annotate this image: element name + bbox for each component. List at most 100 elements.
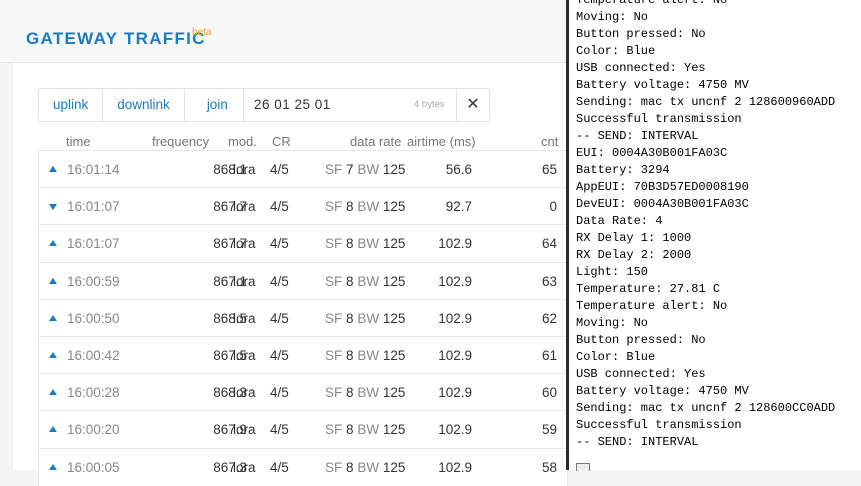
- row-airtime: 102.9: [438, 273, 472, 289]
- row-time: 16:01:07: [67, 236, 120, 252]
- bw-value: 125: [382, 348, 406, 363]
- serial-line: Moving: No: [576, 316, 649, 330]
- row-airtime: 102.9: [438, 385, 472, 401]
- row-modulation: lora: [233, 236, 256, 252]
- row-count: 65: [541, 162, 557, 177]
- filter-downlink-button[interactable]: downlink: [103, 89, 185, 121]
- row-airtime: 102.9: [438, 236, 472, 252]
- uplink-arrow-icon: [49, 463, 57, 470]
- serial-line: Battery voltage: 4750 MV: [576, 384, 749, 398]
- table-row[interactable]: 16:00:20 867.9 lora 4/5 SF 8 BW 125 102.9 59: [38, 410, 568, 449]
- table-row[interactable]: 16:00:42 867.5 lora 4/5 SF 8 BW 125 102.9 61: [38, 336, 568, 374]
- serial-line: Temperature alert: No: [576, 0, 728, 7]
- serial-line: Battery voltage: 4750 MV: [576, 78, 749, 92]
- serial-line: DevEUI: 0004A30B001FA03C: [576, 197, 749, 211]
- row-count: 0: [549, 199, 557, 215]
- column-coding-rate[interactable]: CR: [272, 134, 291, 149]
- row-time: 16:00:05: [67, 459, 120, 475]
- bw-value: 125: [382, 273, 406, 289]
- row-coding-rate: 4/5: [270, 236, 289, 252]
- serial-line: Successful transmission: [576, 418, 742, 432]
- row-data-rate: SF 8 BW 125: [325, 337, 405, 374]
- row-modulation: lora: [233, 199, 256, 215]
- row-data-rate: SF 8 BW 125: [325, 300, 405, 337]
- sf-value: 7: [346, 162, 354, 177]
- row-time: 16:01:14: [67, 162, 120, 177]
- sf-label: SF: [325, 199, 343, 215]
- table-row[interactable]: 16:01:07 867.7 lora 4/5 SF 8 BW 125 102.9 64: [38, 224, 568, 263]
- serial-line: Color: Blue: [576, 350, 656, 364]
- row-coding-rate: 4/5: [270, 310, 289, 326]
- row-coding-rate: 4/5: [270, 459, 289, 475]
- row-coding-rate: 4/5: [270, 385, 289, 401]
- serial-line: Sending: mac tx uncnf 2 128600960ADD: [576, 95, 836, 109]
- column-count[interactable]: cnt: [541, 134, 558, 149]
- serial-line: USB connected: Yes: [576, 367, 706, 381]
- serial-line: Moving: No: [576, 10, 649, 24]
- serial-line: Temperature alert: No: [576, 299, 728, 313]
- serial-line: EUI: 0004A30B001FA03C: [576, 146, 728, 160]
- page-title: GATEWAY TRAFFIC: [26, 29, 206, 48]
- bw-value: 125: [382, 385, 406, 401]
- column-modulation[interactable]: mod.: [228, 134, 257, 149]
- sf-value: 8: [346, 310, 354, 326]
- payload-filter: 26 01 25 01 4 bytes ✕: [243, 88, 490, 122]
- row-airtime: 102.9: [438, 459, 472, 475]
- row-count: 63: [541, 273, 557, 289]
- serial-output: Temperature alert: No Moving: No Button pr…: [576, 0, 835, 451]
- serial-line: RX Delay 1: 1000: [576, 231, 692, 245]
- column-airtime[interactable]: airtime (ms): [407, 134, 476, 149]
- row-modulation: lora: [233, 273, 256, 289]
- row-count: 62: [541, 310, 557, 326]
- uplink-arrow-icon: [49, 240, 57, 247]
- uplink-arrow-icon: [49, 352, 57, 358]
- serial-line: USB connected: Yes: [576, 61, 706, 75]
- serial-line: RX Delay 2: 2000: [576, 248, 692, 262]
- row-modulation: lora: [233, 459, 256, 475]
- row-modulation: lora: [233, 348, 256, 363]
- row-airtime: 102.9: [438, 422, 472, 438]
- table-row[interactable]: 16:00:59 867.1 lora 4/5 SF 8 BW 125 102.9 63: [38, 261, 568, 300]
- row-count: 64: [541, 236, 557, 252]
- sf-label: SF: [325, 422, 343, 438]
- sf-label: SF: [325, 236, 343, 252]
- row-data-rate: SF 8 BW 125: [325, 374, 405, 411]
- clear-payload-button[interactable]: ✕: [456, 89, 489, 121]
- sf-label: SF: [325, 459, 343, 475]
- sf-value: 8: [346, 422, 354, 438]
- row-time: 16:00:50: [67, 310, 120, 326]
- bw-label: BW: [357, 348, 380, 363]
- row-time: 16:00:59: [67, 273, 120, 289]
- column-frequency[interactable]: frequency: [152, 134, 209, 149]
- bw-label: BW: [357, 422, 380, 438]
- table-row[interactable]: 16:00:50 868.5 lora 4/5 SF 8 BW 125 102.9 62: [38, 298, 568, 337]
- filter-uplink-button[interactable]: uplink: [39, 89, 104, 121]
- table-row[interactable]: 16:01:07 867.7 lora 4/5 SF 8 BW 125 92.7 0: [38, 187, 568, 226]
- bw-label: BW: [357, 199, 380, 215]
- row-airtime: 102.9: [438, 348, 472, 363]
- row-data-rate: SF 8 BW 125: [325, 225, 405, 262]
- row-data-rate: SF 8 BW 125: [325, 263, 405, 300]
- payload-input[interactable]: 26 01 25 01: [254, 89, 331, 121]
- beta-badge: beta: [192, 27, 212, 38]
- serial-line: -- SEND: INTERVAL: [576, 129, 699, 143]
- column-time[interactable]: time: [66, 134, 91, 149]
- row-coding-rate: 4/5: [270, 199, 289, 215]
- row-coding-rate: 4/5: [270, 422, 289, 438]
- bw-value: 125: [382, 310, 406, 326]
- serial-line: Successful transmission: [576, 112, 742, 126]
- row-coding-rate: 4/5: [270, 348, 289, 363]
- sf-value: 8: [346, 459, 354, 475]
- table-row[interactable]: 16:01:14 868.1 lora 4/5 SF 7 BW 125 56.6 65: [38, 150, 568, 188]
- serial-line: -- SEND: INTERVAL: [576, 435, 699, 449]
- serial-line: Color: Blue: [576, 44, 656, 58]
- column-data-rate[interactable]: data rate: [350, 134, 401, 149]
- sf-label: SF: [325, 310, 343, 326]
- table-row[interactable]: 16:00:28 868.3 lora 4/5 SF 8 BW 125 102.9 60: [38, 373, 568, 412]
- filter-join-button[interactable]: join: [185, 89, 250, 121]
- bw-label: BW: [357, 236, 380, 252]
- serial-line: Button pressed: No: [576, 333, 706, 347]
- table-row[interactable]: 16:00:05 867.3 lora 4/5 SF 8 BW 125 102.9 58: [38, 447, 568, 486]
- row-data-rate: SF 8 BW 125: [325, 411, 405, 448]
- uplink-arrow-icon: [49, 166, 57, 172]
